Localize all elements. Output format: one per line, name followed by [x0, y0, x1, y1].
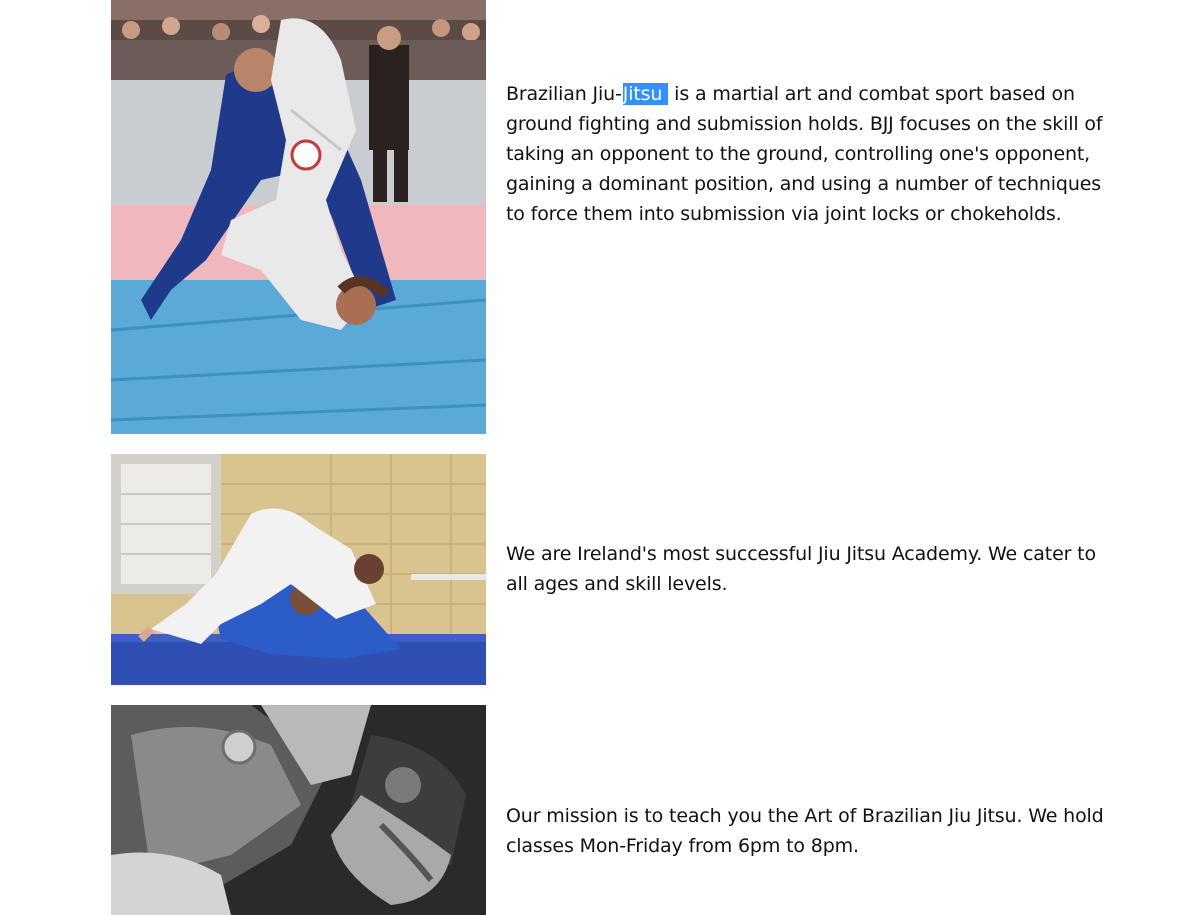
mission-paragraph: Our mission is to teach you the Art of B… — [506, 805, 1104, 857]
bjj-bw-photo — [111, 705, 486, 915]
intro-paragraph: Brazilian Jiu-Jitsu is a martial art and… — [506, 79, 1118, 229]
about-section-1: Brazilian Jiu-Jitsu is a martial art and… — [111, 0, 1121, 434]
bjj-competition-photo — [111, 0, 486, 434]
bjj-gym-photo — [111, 454, 486, 685]
page: Brazilian Jiu-Jitsu is a martial art and… — [0, 0, 1195, 915]
selected-text-highlight[interactable]: Jitsu — [622, 83, 669, 105]
gym-photo-illustration — [111, 454, 486, 685]
about-section-2: We are Ireland's most successful Jiu Jit… — [111, 454, 1121, 685]
academy-paragraph: We are Ireland's most successful Jiu Jit… — [506, 543, 1096, 595]
intro-text-start: Brazilian Jiu- — [506, 83, 623, 105]
competition-photo-illustration — [111, 0, 486, 434]
bw-photo-illustration — [111, 705, 486, 915]
about-section-3: Our mission is to teach you the Art of B… — [111, 705, 1121, 915]
